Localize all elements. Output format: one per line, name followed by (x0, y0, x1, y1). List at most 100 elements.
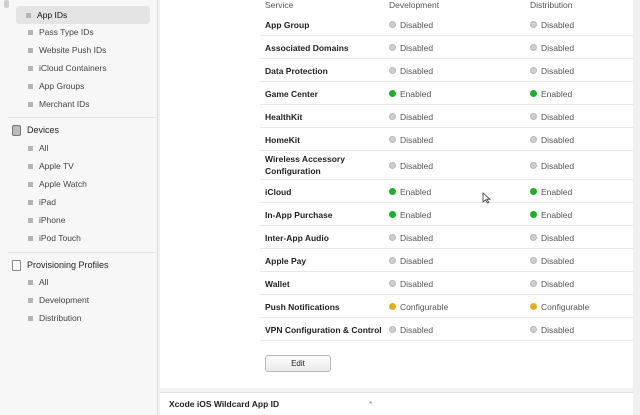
status-label: Enabled (400, 186, 432, 197)
disabled-status-icon (530, 257, 537, 264)
sidebar-item-label: Merchant IDs (39, 99, 90, 109)
disabled-status-icon (389, 44, 396, 51)
status-label: Disabled (400, 19, 434, 30)
column-header-development: Development (389, 0, 440, 10)
disabled-status-icon (530, 234, 537, 241)
service-name: App Group (265, 19, 310, 30)
status-label: Disabled (541, 42, 575, 53)
development-status: Disabled (389, 65, 433, 77)
status-label: Enabled (400, 209, 432, 220)
divider (8, 252, 156, 253)
footer-value: * (369, 399, 373, 409)
mouse-cursor-icon (482, 192, 492, 204)
sidebar-item-label: iPad (39, 197, 57, 207)
status-label: Disabled (400, 111, 434, 122)
sidebar-item-profiles-all[interactable]: All (18, 273, 150, 291)
section-title: Provisioning Profiles (27, 260, 109, 270)
status-label: Disabled (400, 160, 434, 171)
enabled-status-icon (389, 188, 396, 195)
disabled-status-icon (530, 326, 537, 333)
sidebar-item-profiles-distribution[interactable]: Distribution (18, 309, 150, 327)
bullet-icon (28, 315, 33, 321)
devices-section-header[interactable]: Devices (12, 121, 59, 139)
development-status: Enabled (389, 88, 431, 100)
status-label: Configurable (541, 301, 590, 312)
distribution-status: Disabled (530, 232, 574, 244)
sidebar-item-label: iPhone (39, 215, 66, 225)
provisioning-profiles-section-header[interactable]: Provisioning Profiles (12, 256, 109, 274)
sidebar-item-label: Apple Watch (39, 179, 87, 189)
disabled-status-icon (530, 67, 537, 74)
bullet-icon (28, 199, 33, 205)
sidebar-item-label: Website Push IDs (39, 45, 107, 55)
service-name: Wallet (265, 278, 290, 289)
sidebar-scroll-thumb[interactable] (4, 0, 9, 8)
sidebar-item-label: iPod Touch (39, 233, 81, 243)
sidebar-item-iphone[interactable]: iPhone (18, 211, 150, 229)
disabled-status-icon (530, 21, 537, 28)
distribution-status: Enabled (530, 88, 572, 100)
sidebar-item-merchant-ids[interactable]: Merchant IDs (18, 95, 150, 113)
column-header-service: Service (265, 0, 294, 10)
status-label: Configurable (400, 301, 449, 312)
status-label: Disabled (400, 278, 434, 289)
sidebar: App IDs Pass Type IDs Website Push IDs i… (0, 0, 158, 415)
status-label: Disabled (400, 324, 434, 335)
development-status: Enabled (389, 186, 431, 198)
distribution-status: Disabled (530, 42, 574, 54)
sidebar-item-profiles-development[interactable]: Development (18, 291, 150, 309)
bullet-icon (28, 83, 33, 89)
edit-button[interactable]: Edit (265, 355, 331, 372)
sidebar-item-label: All (39, 143, 49, 153)
sidebar-item-ipad[interactable]: iPad (18, 193, 150, 211)
sidebar-item-apple-watch[interactable]: Apple Watch (18, 175, 150, 193)
status-label: Disabled (541, 134, 575, 145)
distribution-status: Disabled (530, 324, 574, 336)
services-panel: Service Development Distribution App Gro… (160, 0, 638, 388)
status-label: Enabled (541, 209, 573, 220)
status-label: Disabled (541, 232, 575, 243)
distribution-status: Disabled (530, 255, 574, 267)
development-status: Configurable (389, 301, 448, 313)
sidebar-item-icloud-containers[interactable]: iCloud Containers (18, 59, 150, 77)
bullet-icon (28, 181, 33, 187)
development-status: Disabled (389, 42, 433, 54)
status-label: Disabled (541, 111, 575, 122)
distribution-status: Disabled (530, 278, 574, 290)
disabled-status-icon (530, 162, 537, 169)
development-status: Disabled (389, 255, 433, 267)
enabled-status-icon (530, 188, 537, 195)
page-scrollbar[interactable] (633, 0, 640, 415)
status-label: Disabled (541, 65, 575, 76)
sidebar-item-label: All (39, 277, 49, 287)
sidebar-item-website-push-ids[interactable]: Website Push IDs (18, 41, 150, 59)
sidebar-item-app-groups[interactable]: App Groups (18, 77, 150, 95)
bullet-icon (28, 29, 33, 35)
sidebar-item-ipod-touch[interactable]: iPod Touch (18, 229, 150, 247)
distribution-status: Disabled (530, 111, 574, 123)
sidebar-item-label: Pass Type IDs (39, 27, 94, 37)
sidebar-item-apple-tv[interactable]: Apple TV (18, 157, 150, 175)
status-label: Disabled (400, 255, 434, 266)
bullet-icon (28, 145, 33, 151)
bullet-icon (28, 279, 33, 285)
sidebar-item-pass-type-ids[interactable]: Pass Type IDs (18, 23, 150, 41)
status-label: Disabled (400, 65, 434, 76)
configurable-status-icon (530, 303, 537, 310)
disabled-status-icon (530, 44, 537, 51)
sidebar-item-devices-all[interactable]: All (18, 139, 150, 157)
bullet-icon (28, 235, 33, 241)
status-label: Enabled (541, 88, 573, 99)
sidebar-item-label: Distribution (39, 313, 82, 323)
distribution-status: Enabled (530, 209, 572, 221)
distribution-status: Disabled (530, 134, 574, 146)
status-label: Enabled (400, 88, 432, 99)
disabled-status-icon (389, 257, 396, 264)
bullet-icon (28, 65, 33, 71)
service-name: HealthKit (265, 111, 303, 122)
sidebar-item-app-ids[interactable]: App IDs (16, 6, 150, 24)
disabled-status-icon (389, 21, 396, 28)
distribution-status: Configurable (530, 301, 589, 313)
sidebar-item-label: App Groups (39, 81, 85, 91)
app-id-footer: Xcode iOS Wildcard App ID * (160, 392, 638, 415)
